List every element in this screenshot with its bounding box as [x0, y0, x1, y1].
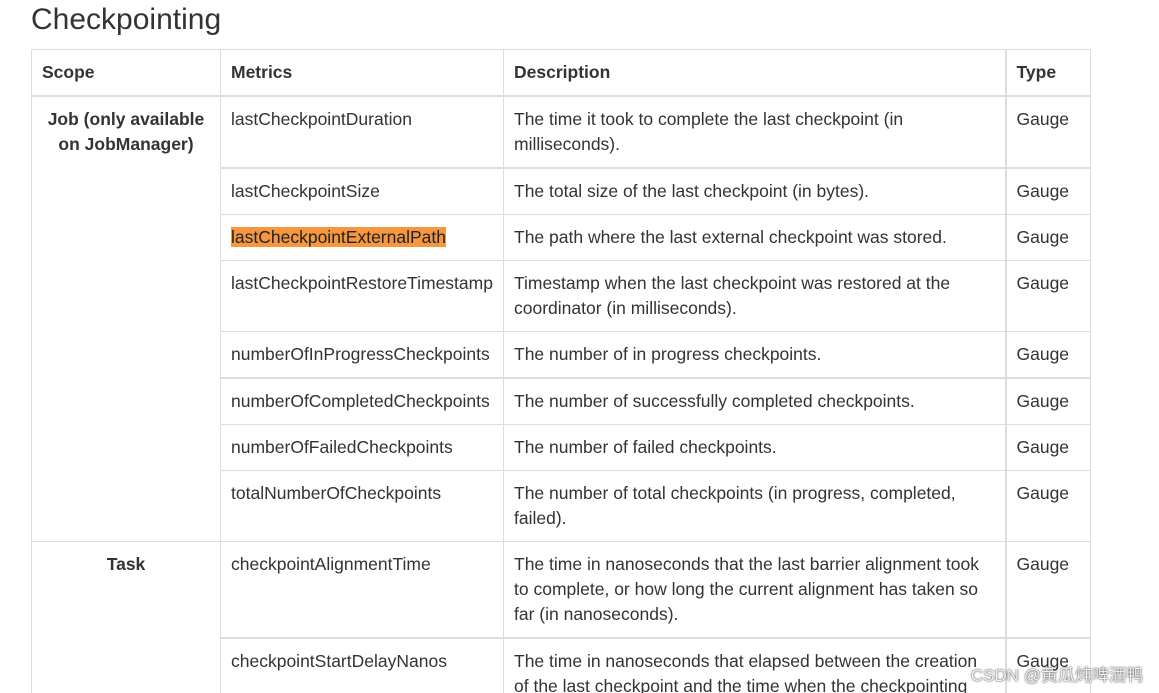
- metric-name-highlighted: lastCheckpointExternalPath: [220, 214, 504, 261]
- metric-type: Gauge: [1004, 214, 1091, 261]
- search-highlight: lastCheckpointExternalPath: [231, 227, 446, 247]
- metric-description: The number of failed checkpoints.: [503, 424, 1006, 471]
- metric-description: The total size of the last checkpoint (i…: [503, 167, 1006, 215]
- metric-name: lastCheckpointRestoreTimestamp: [220, 260, 504, 332]
- metric-description: The number of successfully completed che…: [503, 377, 1006, 425]
- metric-name: lastCheckpointSize: [220, 167, 504, 215]
- metric-name: checkpointStartDelayNanos: [220, 637, 504, 693]
- column-header-type: Type: [1004, 49, 1091, 97]
- metric-name: numberOfFailedCheckpoints: [220, 424, 504, 471]
- metric-type: Gauge: [1004, 260, 1091, 332]
- metrics-table: Scope Metrics Description Type Job (only…: [31, 49, 1091, 693]
- table-row: Task checkpointAlignmentTime The time in…: [31, 541, 1091, 693]
- metric-description: Timestamp when the last checkpoint was r…: [503, 260, 1006, 332]
- metric-description: The time in nanoseconds that the last ba…: [503, 541, 1006, 639]
- metric-name: checkpointAlignmentTime: [220, 541, 504, 639]
- metric-name: lastCheckpointDuration: [220, 95, 504, 169]
- metric-type: Gauge: [1004, 95, 1091, 169]
- table-header-row: Scope Metrics Description Type: [31, 49, 1091, 97]
- metric-type: Gauge: [1004, 377, 1091, 425]
- metric-type: Gauge: [1004, 331, 1091, 379]
- csdn-watermark: CSDN @黄瓜炖啤酒鸭: [970, 666, 1143, 685]
- column-header-metrics: Metrics: [220, 49, 504, 97]
- metric-name: totalNumberOfCheckpoints: [220, 470, 504, 542]
- scope-cell-task: Task: [31, 541, 221, 693]
- page-title: Checkpointing: [31, 3, 222, 36]
- metric-type: Gauge: [1004, 167, 1091, 215]
- scope-cell-job: Job (only available on JobManager): [31, 95, 221, 542]
- column-header-scope: Scope: [31, 49, 221, 97]
- metric-type: Gauge: [1004, 424, 1091, 471]
- column-header-description: Description: [503, 49, 1006, 97]
- metric-description: The time in nanoseconds that elapsed bet…: [503, 637, 1006, 693]
- metric-description: The time it took to complete the last ch…: [503, 95, 1006, 169]
- metric-type: Gauge: [1004, 470, 1091, 542]
- metric-description: The number of in progress checkpoints.: [503, 331, 1006, 379]
- metric-name: numberOfCompletedCheckpoints: [220, 377, 504, 425]
- metric-description: The number of total checkpoints (in prog…: [503, 470, 1006, 542]
- metric-type: Gauge: [1004, 541, 1091, 639]
- metric-description: The path where the last external checkpo…: [503, 214, 1006, 261]
- table-row: Job (only available on JobManager) lastC…: [31, 95, 1091, 542]
- metric-name: numberOfInProgressCheckpoints: [220, 331, 504, 379]
